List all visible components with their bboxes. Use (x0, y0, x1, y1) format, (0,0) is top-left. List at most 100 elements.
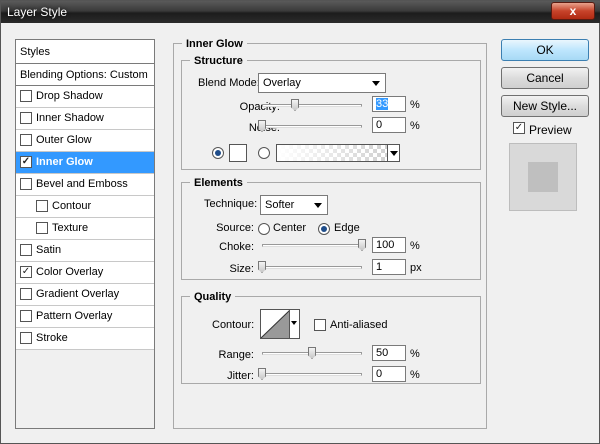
blend-mode-select[interactable]: Overlay (258, 73, 386, 93)
style-item-label: Gradient Overlay (36, 288, 120, 300)
layer-style-dialog: Layer Style x Styles Blending Options: C… (0, 0, 600, 444)
style-item-label: Inner Shadow (36, 112, 104, 124)
style-item-label: Drop Shadow (36, 90, 103, 102)
anti-aliased-label: Anti-aliased (330, 319, 388, 331)
style-item-checkbox[interactable] (20, 266, 32, 278)
inner-glow-group: Inner Glow Structure Blend Mode: Overlay… (173, 38, 487, 429)
blending-options-item[interactable]: Blending Options: Custom (16, 64, 154, 86)
contour-label: Contour: (212, 319, 255, 331)
cancel-button[interactable]: Cancel (501, 67, 589, 89)
gradient-radio[interactable] (258, 147, 270, 159)
jitter-thumb[interactable] (258, 368, 266, 380)
style-item-checkbox[interactable] (36, 200, 48, 212)
style-item-checkbox[interactable] (20, 310, 32, 322)
style-item[interactable]: Pattern Overlay (16, 306, 154, 328)
style-item[interactable]: Satin (16, 240, 154, 262)
style-item-label: Inner Glow (36, 156, 93, 168)
new-style-button[interactable]: New Style... (501, 95, 589, 117)
style-item[interactable]: Stroke (16, 328, 154, 350)
opacity-input[interactable]: 33 (372, 96, 406, 112)
noise-unit: % (410, 120, 420, 132)
choke-input[interactable]: 100 (372, 237, 406, 253)
gradient-picker[interactable] (276, 144, 400, 162)
technique-select[interactable]: Softer (260, 195, 328, 215)
opacity-slider[interactable] (262, 99, 362, 111)
range-label: Range: (218, 349, 254, 361)
style-item[interactable]: Outer Glow (16, 130, 154, 152)
style-item[interactable]: Color Overlay (16, 262, 154, 284)
source-center-label: Center (273, 222, 307, 234)
style-item-checkbox[interactable] (20, 156, 32, 168)
style-item[interactable]: Gradient Overlay (16, 284, 154, 306)
style-item[interactable]: Texture (16, 218, 154, 240)
contour-dropdown-icon[interactable] (289, 310, 299, 338)
ok-button[interactable]: OK (501, 39, 589, 61)
style-item[interactable]: Drop Shadow (16, 86, 154, 108)
style-item-checkbox[interactable] (36, 222, 48, 234)
choke-thumb[interactable] (358, 239, 366, 251)
jitter-slider[interactable] (258, 368, 362, 380)
preview-label: Preview (529, 123, 572, 137)
range-unit: % (410, 348, 420, 360)
source-label: Source: (216, 222, 254, 234)
chevron-down-icon (314, 203, 322, 208)
gradient-dropdown-icon[interactable] (387, 145, 399, 161)
style-item-checkbox[interactable] (20, 332, 32, 344)
style-item-label: Satin (36, 244, 62, 256)
style-item-checkbox[interactable] (20, 244, 32, 256)
contour-curve-icon (261, 310, 290, 338)
choke-track (262, 244, 362, 247)
contour-picker[interactable] (260, 309, 300, 339)
choke-unit: % (410, 240, 420, 252)
style-item-label: Contour (52, 200, 92, 212)
source-edge-radio[interactable] (318, 223, 330, 235)
style-item-checkbox[interactable] (20, 134, 32, 146)
anti-aliased-checkbox[interactable] (314, 319, 326, 331)
title-bar[interactable]: Layer Style x (1, 1, 600, 23)
styles-list: Styles Blending Options: Custom Drop Sha… (15, 39, 155, 429)
style-item-label: Pattern Overlay (36, 310, 113, 322)
noise-slider[interactable] (258, 120, 362, 132)
size-track (262, 266, 362, 269)
close-button[interactable]: x (551, 2, 595, 20)
preview-thumbnail (509, 143, 577, 211)
opacity-thumb[interactable] (291, 99, 299, 111)
style-item-checkbox[interactable] (20, 90, 32, 102)
choke-slider[interactable] (262, 239, 366, 251)
jitter-unit: % (410, 369, 420, 381)
structure-group: Structure Blend Mode: Overlay Opacity: 3… (181, 55, 481, 170)
style-item-checkbox[interactable] (20, 112, 32, 124)
source-edge-label: Edge (334, 222, 360, 234)
opacity-track (262, 104, 362, 107)
elements-group: Elements Technique: Softer Source: Cente… (181, 177, 481, 280)
technique-value: Softer (265, 199, 295, 211)
blend-mode-label: Blend Mode: (198, 77, 260, 89)
style-item-label: Color Overlay (36, 266, 104, 278)
range-thumb[interactable] (308, 347, 316, 359)
style-item[interactable]: Contour (16, 196, 154, 218)
size-input[interactable]: 1 (372, 259, 406, 275)
solid-color-radio[interactable] (212, 147, 224, 159)
choke-label: Choke: (219, 241, 254, 253)
size-slider[interactable] (258, 261, 362, 273)
style-item-label: Texture (52, 222, 89, 234)
size-thumb[interactable] (258, 261, 266, 273)
style-item[interactable]: Bevel and Emboss (16, 174, 154, 196)
styles-header[interactable]: Styles (16, 40, 154, 64)
size-label: Size: (229, 263, 254, 275)
glow-color-swatch[interactable] (229, 144, 247, 162)
range-input[interactable]: 50 (372, 345, 406, 361)
style-item[interactable]: Inner Shadow (16, 108, 154, 130)
preview-checkbox[interactable] (513, 122, 525, 134)
structure-title: Structure (190, 55, 247, 67)
size-unit: px (410, 262, 422, 274)
noise-track (262, 125, 362, 128)
style-item-checkbox[interactable] (20, 178, 32, 190)
style-item-checkbox[interactable] (20, 288, 32, 300)
jitter-input[interactable]: 0 (372, 366, 406, 382)
style-item[interactable]: Inner Glow (16, 152, 154, 174)
range-slider[interactable] (262, 347, 362, 359)
source-center-radio[interactable] (258, 223, 270, 235)
noise-input[interactable]: 0 (372, 117, 406, 133)
preview-swatch (528, 162, 558, 192)
